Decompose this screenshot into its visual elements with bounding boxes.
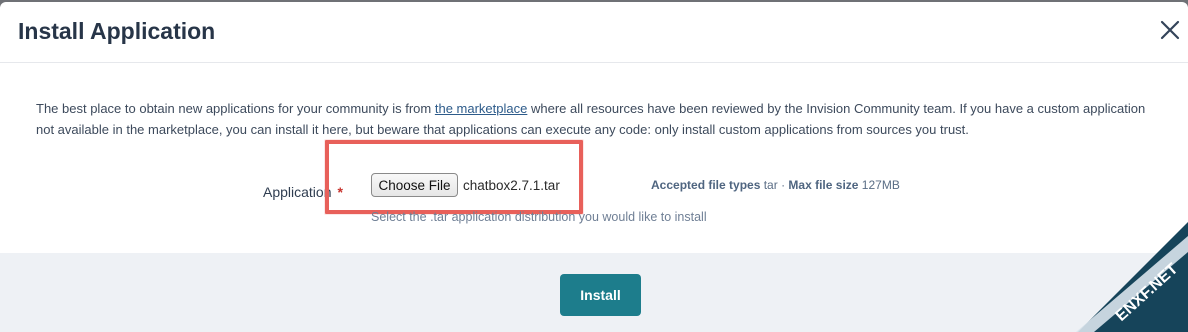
constraints-separator: · [781, 178, 786, 192]
max-size-value: 127MB [861, 178, 900, 192]
accepted-types-value: tar [763, 178, 778, 192]
choose-file-button[interactable]: Choose File [371, 173, 458, 197]
install-button[interactable]: Install [560, 274, 641, 316]
close-icon[interactable] [1160, 20, 1188, 48]
field-hint: Select the .tar application distribution… [371, 210, 707, 224]
modal-header: Install Application [0, 2, 1188, 63]
file-constraints: Accepted file types tar · Max file size … [651, 178, 900, 192]
selected-file-name: chatbox2.7.1.tar [463, 178, 560, 193]
marketplace-link[interactable]: the marketplace [435, 101, 528, 116]
accepted-types-label: Accepted file types [651, 178, 761, 192]
intro-text-before: The best place to obtain new application… [36, 101, 435, 116]
watermark-logo: ENXF.NET [1076, 222, 1188, 332]
max-size-label: Max file size [788, 178, 859, 192]
application-label-text: Application [263, 184, 332, 200]
install-application-modal: Install Application The best place to ob… [0, 2, 1188, 332]
modal-footer: Install [0, 253, 1188, 332]
intro-text: The best place to obtain new application… [36, 98, 1146, 140]
modal-title: Install Application [18, 18, 216, 44]
